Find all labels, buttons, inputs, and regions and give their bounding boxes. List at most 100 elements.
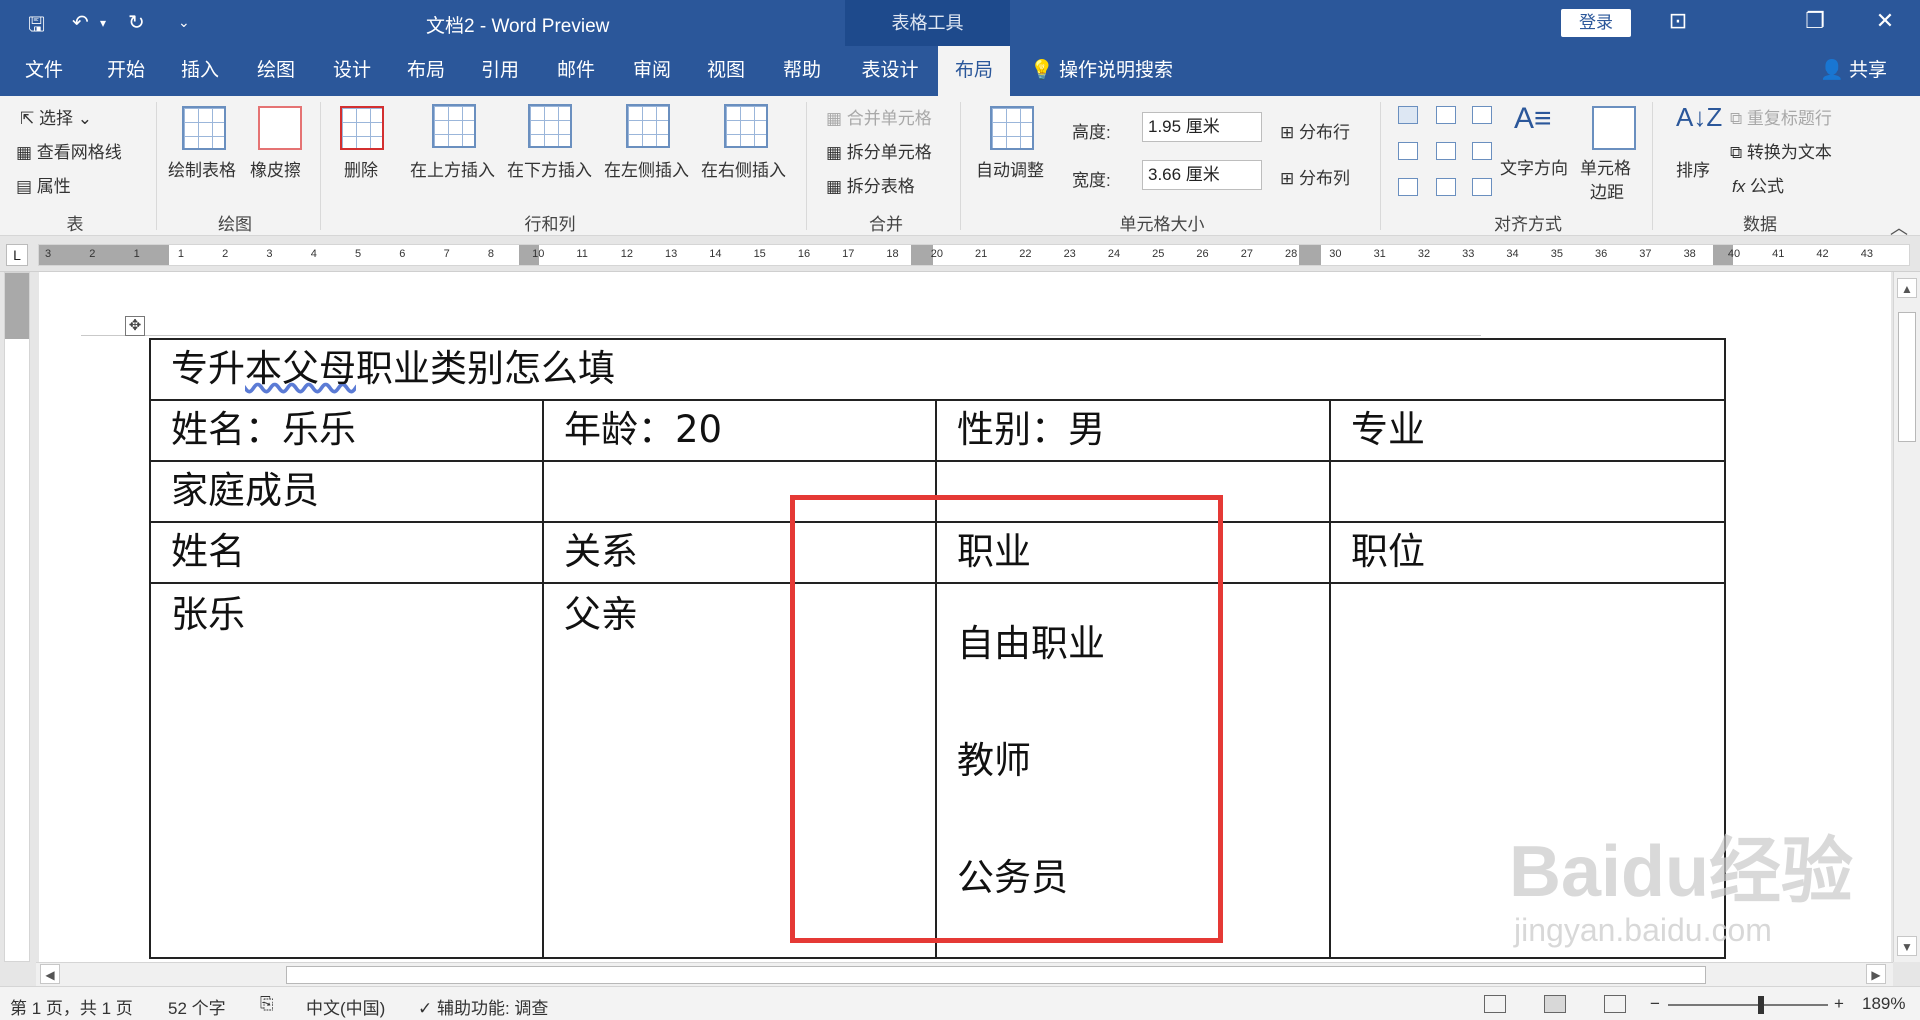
zoom-level[interactable]: 189% (1862, 994, 1905, 1014)
table-cell[interactable] (1329, 460, 1726, 523)
ruler-column-marker[interactable] (911, 245, 933, 265)
ruler-number: 6 (399, 248, 406, 260)
table-cell[interactable]: 专业 (1329, 399, 1726, 462)
tab-home[interactable]: 开始 (96, 46, 156, 96)
cell-margins-button[interactable]: 单元格 (1580, 154, 1631, 179)
scroll-right-icon[interactable]: ▶ (1866, 964, 1886, 984)
proofing-icon[interactable]: ⎘ (260, 994, 274, 1014)
zoom-slider-track[interactable] (1668, 1004, 1828, 1006)
tab-file[interactable]: 文件 (14, 46, 74, 96)
zoom-in-button[interactable]: + (1834, 994, 1844, 1014)
share-button[interactable]: 👤 共享 (1820, 46, 1887, 96)
align-bottom-left-icon[interactable] (1398, 178, 1418, 196)
align-bottom-center-icon[interactable] (1436, 178, 1456, 196)
insert-above-button[interactable]: 在上方插入 (410, 156, 495, 181)
tab-insert[interactable]: 插入 (170, 46, 230, 96)
ruler-strip[interactable]: 3 2 1 1 2 3 4 5 6 7 8 10 11 12 13 14 15 16 17 18 20 21 22 23 24 2… (38, 244, 1910, 266)
web-layout-icon[interactable] (1604, 995, 1626, 1013)
login-button[interactable]: 登录 (1561, 9, 1631, 37)
tab-mailings[interactable]: 邮件 (546, 46, 606, 96)
table-title-cell[interactable]: 专升本父母职业类别怎么填 (149, 338, 1726, 401)
distribute-rows-button[interactable]: ⊞ 分布行 (1280, 118, 1350, 143)
undo-icon[interactable]: ↶ (72, 10, 89, 35)
vertical-scroll-thumb[interactable] (1898, 312, 1916, 442)
align-middle-left-icon[interactable] (1398, 142, 1418, 160)
align-middle-right-icon[interactable] (1472, 142, 1492, 160)
insert-left-button[interactable]: 在左侧插入 (604, 156, 689, 181)
tab-view[interactable]: 视图 (696, 46, 756, 96)
properties-button[interactable]: ▤ 属性 (16, 172, 71, 197)
autofit-button[interactable]: 自动调整 (976, 156, 1044, 181)
table-cell[interactable]: 年龄：20 (542, 399, 937, 462)
page[interactable]: ✥ 专升本父母职业类别怎么填 姓名：乐乐 年龄：20 性别：男 专业 家庭成员 … (39, 272, 1891, 962)
align-top-left-icon[interactable] (1398, 106, 1418, 124)
save-icon[interactable]: 🖫 (28, 10, 45, 44)
zoom-out-button[interactable]: − (1650, 994, 1660, 1014)
ribbon-display-options-icon[interactable]: ⊡ (1658, 8, 1698, 34)
delete-button[interactable]: 删除 (344, 156, 378, 181)
document-canvas[interactable]: ✥ 专升本父母职业类别怎么填 姓名：乐乐 年龄：20 性别：男 专业 家庭成员 … (36, 272, 1893, 962)
cell-height-input[interactable]: 1.95 厘米 (1142, 112, 1262, 142)
redo-icon[interactable]: ↻ (128, 10, 145, 35)
text-direction-button[interactable]: 文字方向 (1500, 154, 1568, 179)
align-top-center-icon[interactable] (1436, 106, 1456, 124)
table-move-handle-icon[interactable]: ✥ (125, 316, 145, 336)
scroll-up-icon[interactable]: ▲ (1897, 278, 1917, 298)
language-indicator[interactable]: 中文(中国) (306, 994, 385, 1019)
customize-toolbar-icon[interactable]: ⌄ (178, 14, 190, 31)
restore-icon[interactable]: ❐ (1795, 8, 1835, 34)
table-cell[interactable]: 张乐 (149, 582, 544, 959)
page-count[interactable]: 第 1 页，共 1 页 (10, 994, 133, 1019)
vertical-scrollbar[interactable]: ▲ ▼ (1893, 272, 1920, 962)
align-top-right-icon[interactable] (1472, 106, 1492, 124)
cell-margins-button-line2[interactable]: 边距 (1590, 178, 1624, 203)
split-cells-button[interactable]: ▦ 拆分单元格 (826, 138, 932, 163)
tab-draw[interactable]: 绘图 (246, 46, 306, 96)
align-middle-center-icon[interactable] (1436, 142, 1456, 160)
draw-table-icon (182, 106, 226, 150)
sort-button[interactable]: 排序 (1676, 156, 1710, 181)
repeat-header-button[interactable]: ⧉ 重复标题行 (1730, 104, 1832, 129)
table-cell[interactable]: 姓名 (149, 521, 544, 584)
select-button[interactable]: ⇱ 选择 ⌄ (20, 104, 92, 129)
table-cell[interactable]: 姓名：乐乐 (149, 399, 544, 462)
table-cell[interactable]: 职位 (1329, 521, 1726, 584)
tab-table-layout[interactable]: 布局 (938, 46, 1010, 96)
tab-table-design[interactable]: 表设计 (850, 46, 930, 96)
convert-to-text-button[interactable]: ⧉ 转换为文本 (1730, 138, 1832, 163)
draw-table-button[interactable]: 绘制表格 (168, 156, 236, 181)
accessibility-status[interactable]: ✓ 辅助功能: 调查 (418, 994, 548, 1019)
zoom-slider-thumb[interactable] (1758, 996, 1764, 1014)
tab-selector[interactable]: L (6, 244, 28, 266)
print-layout-icon[interactable] (1544, 995, 1566, 1013)
formula-button[interactable]: fx 公式 (1732, 172, 1784, 197)
close-icon[interactable]: ✕ (1865, 8, 1905, 34)
ruler-column-marker[interactable] (1299, 245, 1321, 265)
scroll-left-icon[interactable]: ◀ (40, 964, 60, 984)
margin-guide (81, 335, 1481, 336)
cell-width-input[interactable]: 3.66 厘米 (1142, 160, 1262, 190)
ruler-number: 28 (1285, 248, 1298, 260)
scroll-down-icon[interactable]: ▼ (1897, 936, 1917, 956)
distribute-cols-button[interactable]: ⊞ 分布列 (1280, 164, 1350, 189)
horizontal-scroll-thumb[interactable] (286, 966, 1706, 984)
tab-help[interactable]: 帮助 (772, 46, 832, 96)
tab-references[interactable]: 引用 (470, 46, 530, 96)
insert-right-button[interactable]: 在右侧插入 (701, 156, 786, 181)
align-bottom-right-icon[interactable] (1472, 178, 1492, 196)
table-cell[interactable]: 家庭成员 (149, 460, 544, 523)
table-cell[interactable]: 性别：男 (935, 399, 1331, 462)
tab-layout[interactable]: 布局 (396, 46, 456, 96)
undo-dropdown-icon[interactable]: ▾ (100, 16, 106, 30)
merge-cells-button[interactable]: ▦ 合并单元格 (826, 104, 932, 129)
eraser-button[interactable]: 橡皮擦 (250, 156, 301, 181)
read-mode-icon[interactable] (1484, 995, 1506, 1013)
split-table-button[interactable]: ▦ 拆分表格 (826, 172, 915, 197)
tab-design[interactable]: 设计 (322, 46, 382, 96)
tell-me-search[interactable]: 💡 操作说明搜索 (1030, 46, 1173, 96)
word-count[interactable]: 52 个字 (168, 994, 226, 1019)
horizontal-scrollbar[interactable]: ◀ ▶ (36, 962, 1893, 986)
tab-review[interactable]: 审阅 (622, 46, 682, 96)
view-gridlines-button[interactable]: ▦ 查看网格线 (16, 138, 122, 163)
insert-below-button[interactable]: 在下方插入 (507, 156, 592, 181)
